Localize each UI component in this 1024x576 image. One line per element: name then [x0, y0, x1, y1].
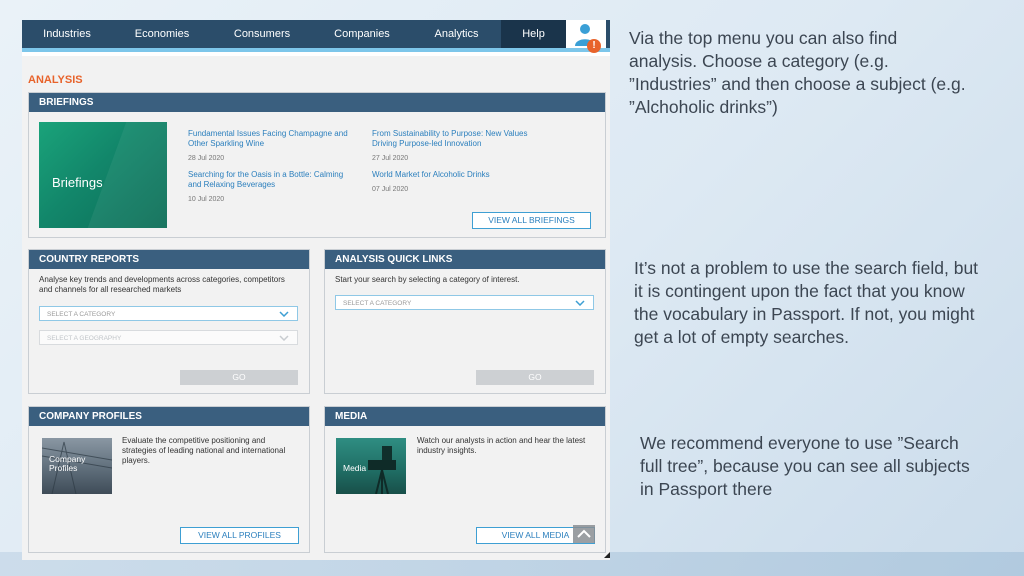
company-profiles-description: Evaluate the competitive positioning and…	[122, 436, 286, 465]
article-title[interactable]: World Market for Alcoholic Drinks	[372, 170, 490, 179]
chevron-down-icon	[279, 335, 289, 341]
geography-select-placeholder: SELECT A GEOGRAPHY	[47, 335, 122, 342]
nav-consumers[interactable]: Consumers	[212, 20, 312, 48]
briefings-card-image[interactable]: Briefings	[39, 122, 167, 228]
company-profiles-thumbnail[interactable]: Company Profiles	[42, 438, 112, 494]
company-profiles-header: COMPANY PROFILES	[29, 407, 309, 426]
article-date: 27 Jul 2020	[372, 155, 409, 162]
country-reports-go-button[interactable]: GO	[180, 370, 298, 385]
nav-analytics[interactable]: Analytics	[412, 20, 501, 48]
country-reports-panel: COUNTRY REPORTS Analyse key trends and d…	[28, 249, 310, 394]
nav-economies[interactable]: Economies	[112, 20, 212, 48]
view-all-profiles-button[interactable]: VIEW ALL PROFILES	[180, 527, 299, 544]
quick-links-panel: ANALYSIS QUICK LINKS Start your search b…	[324, 249, 606, 394]
quick-links-description: Start your search by selecting a categor…	[335, 275, 520, 284]
quick-links-category-select[interactable]: SELECT A CATEGORY	[335, 295, 594, 310]
resize-handle-icon	[604, 552, 610, 558]
category-select-placeholder: SELECT A CATEGORY	[47, 311, 116, 318]
quick-links-header: ANALYSIS QUICK LINKS	[325, 250, 605, 269]
nav-companies[interactable]: Companies	[312, 20, 412, 48]
media-panel: MEDIA Media Watch our analysts in action…	[324, 406, 606, 553]
media-thumb-label: Media	[343, 463, 367, 473]
article-date: 07 Jul 2020	[372, 186, 409, 193]
analysis-page: ANALYSIS BRIEFINGS Briefings Fundamental…	[22, 56, 610, 560]
article-date: 28 Jul 2020	[188, 155, 225, 162]
briefing-article[interactable]: Searching for the Oasis in a Bottle: Cal…	[188, 170, 358, 205]
category-select-placeholder: SELECT A CATEGORY	[343, 300, 412, 307]
media-thumbnail[interactable]: Media	[336, 438, 406, 494]
country-reports-body: Analyse key trends and developments acro…	[29, 269, 309, 393]
quick-links-go-button[interactable]: GO	[476, 370, 594, 385]
briefings-panel: BRIEFINGS Briefings Fundamental Issues F…	[28, 92, 606, 238]
briefing-article[interactable]: World Market for Alcoholic Drinks 07 Jul…	[372, 170, 542, 195]
briefings-body: Briefings Fundamental Issues Facing Cham…	[29, 112, 605, 237]
chevron-down-icon	[279, 311, 289, 317]
view-all-briefings-button[interactable]: VIEW ALL BRIEFINGS	[472, 212, 591, 229]
briefing-article[interactable]: From Sustainability to Purpose: New Valu…	[372, 129, 542, 164]
passport-screenshot: Industries Economies Consumers Companies…	[22, 20, 610, 560]
article-date: 10 Jul 2020	[188, 196, 225, 203]
media-body: Media Watch our analysts in action and h…	[325, 426, 605, 552]
media-description: Watch our analysts in action and hear th…	[417, 436, 586, 455]
chevron-down-icon	[575, 300, 585, 306]
country-reports-description: Analyse key trends and developments acro…	[39, 275, 285, 294]
country-reports-header: COUNTRY REPORTS	[29, 250, 309, 269]
company-profiles-thumb-label: Company Profiles	[49, 454, 86, 473]
company-profiles-body: Company Profiles Evaluate the competitiv…	[29, 426, 309, 552]
article-title[interactable]: From Sustainability to Purpose: New Valu…	[372, 129, 527, 148]
briefing-article[interactable]: Fundamental Issues Facing Champagne and …	[188, 129, 358, 164]
scroll-to-top-button[interactable]	[573, 525, 595, 543]
media-header: MEDIA	[325, 407, 605, 426]
note-top-menu: Via the top menu you can also find analy…	[629, 28, 966, 117]
article-title[interactable]: Searching for the Oasis in a Bottle: Cal…	[188, 170, 343, 189]
quick-links-body: Start your search by selecting a categor…	[325, 269, 605, 393]
article-title[interactable]: Fundamental Issues Facing Champagne and …	[188, 129, 348, 148]
nav-industries[interactable]: Industries	[22, 20, 112, 48]
user-account-button[interactable]: !	[566, 20, 606, 53]
chevron-up-icon	[577, 529, 591, 538]
page-title: ANALYSIS	[28, 74, 83, 86]
geography-select[interactable]: SELECT A GEOGRAPHY	[39, 330, 298, 345]
note-search-field: It’s not a problem to use the search fie…	[634, 258, 979, 347]
top-menu: Industries Economies Consumers Companies…	[22, 20, 610, 53]
note-search-full-tree: We recommend everyone to use ”Search ful…	[640, 433, 970, 499]
company-profiles-panel: COMPANY PROFILES Company Profiles Evalua…	[28, 406, 310, 553]
alert-badge-icon: !	[587, 39, 601, 53]
nav-help[interactable]: Help	[501, 20, 566, 48]
category-select[interactable]: SELECT A CATEGORY	[39, 306, 298, 321]
briefings-header: BRIEFINGS	[29, 93, 605, 112]
briefings-card-label: Briefings	[52, 175, 103, 190]
